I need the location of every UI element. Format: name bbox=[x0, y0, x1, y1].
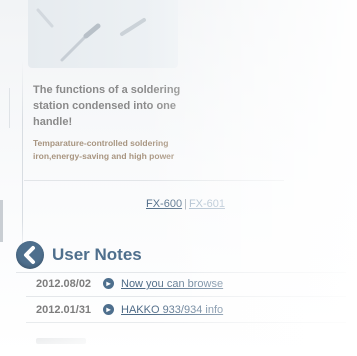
product-features: Temparature-controlled soldering iron,en… bbox=[33, 137, 333, 163]
left-divider-secondary bbox=[9, 88, 10, 128]
note-link[interactable]: HAKKO 933/934 info bbox=[121, 304, 223, 316]
back-button[interactable] bbox=[16, 241, 44, 269]
intro-line: handle! bbox=[33, 116, 73, 128]
note-row-partial bbox=[36, 338, 86, 344]
feature-line: iron,energy-saving and high power bbox=[33, 151, 175, 161]
model-links: FX-600 | FX-601 bbox=[146, 198, 225, 210]
model-link-fx600[interactable]: FX-600 bbox=[146, 198, 182, 210]
product-intro: The functions of a soldering station con… bbox=[33, 82, 333, 130]
user-notes-title: User Notes bbox=[52, 245, 142, 264]
product-image bbox=[28, 0, 178, 68]
intro-line: The functions of a soldering bbox=[33, 84, 181, 96]
soldering-iron-image bbox=[36, 8, 146, 62]
row-divider bbox=[26, 322, 346, 323]
bullet-icon: ▸ bbox=[103, 304, 114, 315]
note-date: 2012.08/02 bbox=[36, 278, 92, 290]
intro-line: station condensed into one bbox=[33, 100, 177, 112]
left-divider bbox=[22, 60, 23, 260]
model-link-fx601[interactable]: FX-601 bbox=[189, 198, 225, 210]
row-divider bbox=[26, 296, 346, 297]
chevron-left-icon bbox=[24, 246, 35, 264]
model-separator: | bbox=[184, 198, 187, 210]
feature-line: Temparature-controlled soldering bbox=[33, 138, 169, 148]
note-row: 2012.08/02 ▸ Now you can browse bbox=[26, 276, 346, 298]
note-row: 2012.01/31 ▸ HAKKO 933/934 info bbox=[26, 302, 346, 324]
user-notes-header: User Notes bbox=[16, 238, 346, 273]
note-date: 2012.01/31 bbox=[36, 304, 92, 316]
left-accent-bar bbox=[0, 200, 3, 242]
bullet-icon: ▸ bbox=[103, 278, 114, 289]
note-link[interactable]: Now you can browse bbox=[121, 278, 223, 290]
section-divider bbox=[24, 180, 284, 181]
